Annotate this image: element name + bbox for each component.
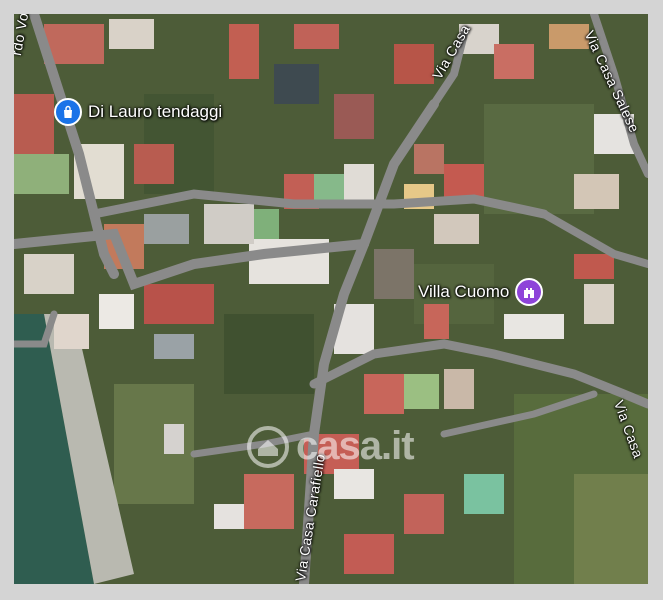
casa-logo-icon	[247, 425, 289, 468]
poi-di-lauro-tendaggi[interactable]: Di Lauro tendaggi	[54, 98, 222, 126]
poi-label[interactable]: Villa Cuomo	[418, 282, 509, 302]
shopping-bag-icon[interactable]	[54, 98, 82, 126]
poi-label[interactable]: Di Lauro tendaggi	[88, 102, 222, 122]
poi-villa-cuomo[interactable]: Villa Cuomo	[418, 278, 544, 306]
watermark-text: casa.it	[296, 424, 415, 468]
castle-icon[interactable]	[515, 278, 544, 306]
map-frame[interactable]: rdo Volta Via Casa Via Casa Salese Via C…	[14, 14, 648, 584]
casa-it-watermark: casa.it	[246, 424, 415, 469]
